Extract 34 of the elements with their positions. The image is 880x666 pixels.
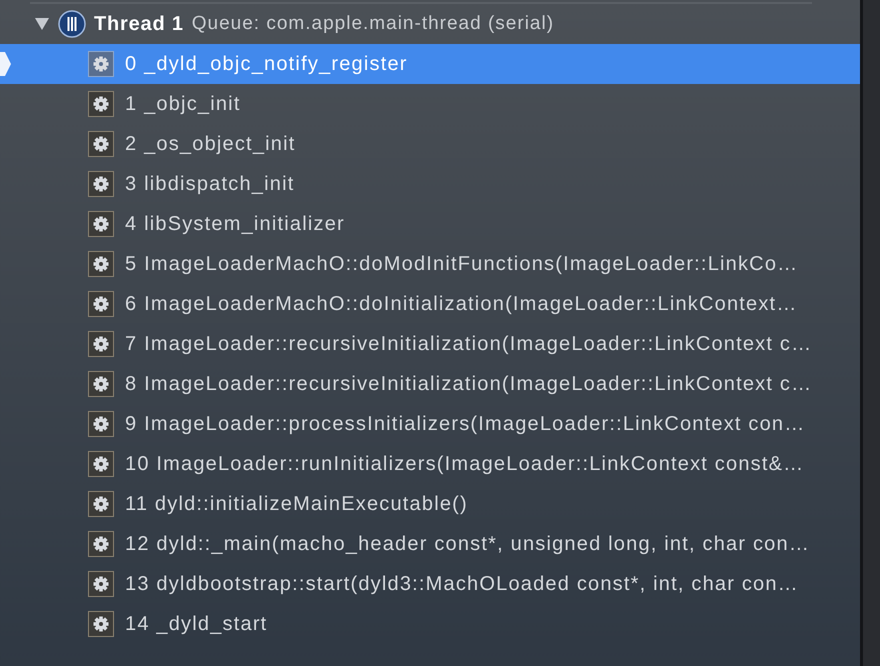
gear-icon — [88, 331, 114, 357]
gear-icon — [88, 51, 114, 77]
gear-icon — [88, 251, 114, 277]
gear-icon — [88, 491, 114, 517]
gear-icon — [88, 531, 114, 557]
stack-frame-row[interactable]: 6 ImageLoaderMachO::doInitialization(ImageLoader::LinkContext… — [0, 284, 860, 324]
gear-icon — [88, 411, 114, 437]
stack-frame-row[interactable]: 12 dyld::_main(macho_header const*, unsigned long, int, char con… — [0, 524, 860, 564]
stack-frame-row[interactable]: 9 ImageLoader::processInitializers(ImageLoader::LinkContext con… — [0, 404, 860, 444]
stack-frame-row[interactable]: 7 ImageLoader::recursiveInitialization(ImageLoader::LinkContext c… — [0, 324, 860, 364]
stack-frame-row[interactable]: 10 ImageLoader::runInitializers(ImageLoader::LinkContext const&… — [0, 444, 860, 484]
gear-icon — [88, 291, 114, 317]
gear-icon — [88, 571, 114, 597]
stack-frame-row[interactable]: 2 _os_object_init — [0, 124, 860, 164]
stack-frame-row[interactable]: 8 ImageLoader::recursiveInitialization(ImageLoader::LinkContext c… — [0, 364, 860, 404]
gear-icon — [88, 171, 114, 197]
stack-frame-row[interactable]: 5 ImageLoaderMachO::doModInitFunctions(ImageLoader::LinkCo… — [0, 244, 860, 284]
thread-name: Thread 1 — [94, 12, 184, 37]
gear-icon — [88, 211, 114, 237]
stack-frame-row[interactable]: 13 dyldbootstrap::start(dyld3::MachOLoaded const*, int, char con… — [0, 564, 860, 604]
gear-icon — [88, 611, 114, 637]
disclosure-triangle-icon[interactable] — [34, 17, 50, 31]
gear-icon — [88, 371, 114, 397]
queue-label: Queue: com.apple.main-thread (serial) — [192, 12, 554, 36]
thread-icon — [58, 10, 86, 38]
gear-icon — [88, 131, 114, 157]
stack-frame-row[interactable]: 4 libSystem_initializer — [0, 204, 860, 244]
stack-frame-row[interactable]: 14 _dyld_start — [0, 604, 860, 644]
stack-frame-row[interactable]: 1 _objc_init — [0, 84, 860, 124]
stack-frame-row[interactable]: 11 dyld::initializeMainExecutable() — [0, 484, 860, 524]
gear-icon — [88, 91, 114, 117]
stack-frame-row[interactable]: 3 libdispatch_init — [0, 164, 860, 204]
current-frame-marker-icon — [0, 52, 11, 76]
gear-icon — [88, 451, 114, 477]
